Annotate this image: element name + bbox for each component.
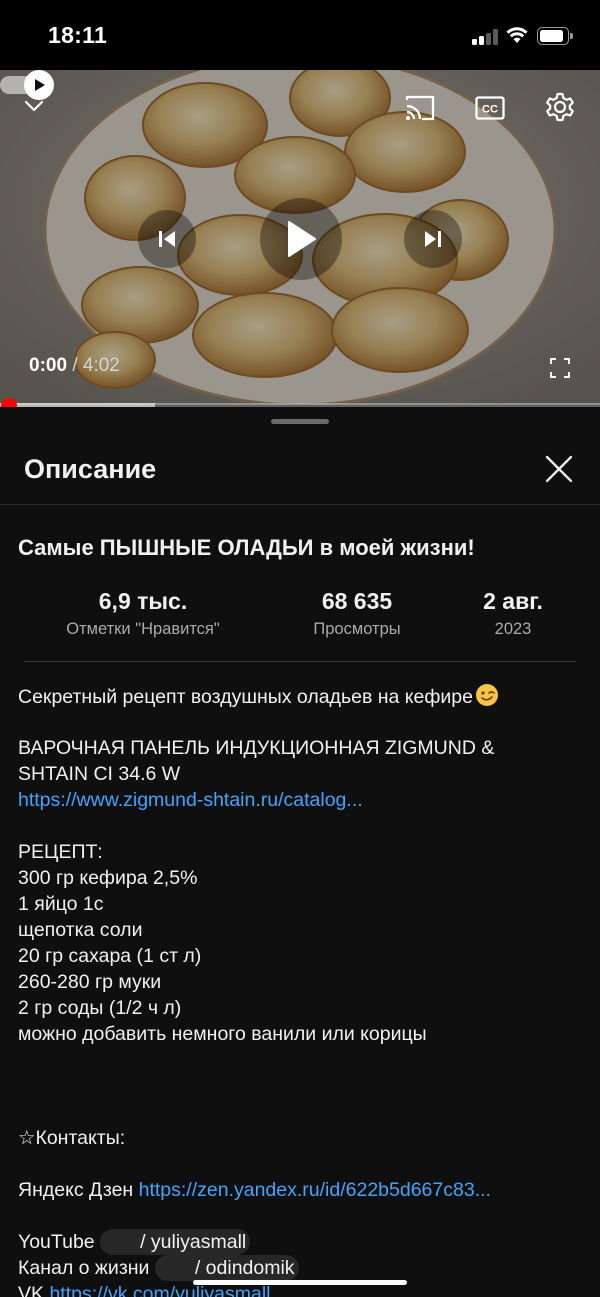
svg-text:CC: CC xyxy=(482,104,498,116)
description-intro: Секретный рецепт воздушных оладьев на ке… xyxy=(18,683,588,709)
next-video-button[interactable] xyxy=(404,210,462,268)
vk-label: VK xyxy=(18,1283,45,1297)
cast-icon[interactable] xyxy=(402,90,438,126)
time-current: 0:00 xyxy=(29,355,68,376)
life-label: Канал о жизни xyxy=(18,1257,150,1279)
stat-views-value: 68 635 xyxy=(321,588,393,614)
wink-emoji-icon xyxy=(475,684,498,706)
fullscreen-icon[interactable] xyxy=(546,354,574,382)
stat-likes: 6,9 тыс. Отметки "Нравится" xyxy=(66,587,219,639)
play-small-icon xyxy=(35,79,45,91)
skip-previous-icon xyxy=(159,231,175,247)
recipe-item: 260-280 гр муки xyxy=(18,971,162,993)
stats-row: 6,9 тыс. Отметки "Нравится" 68 635 Просм… xyxy=(0,587,600,647)
captions-icon[interactable]: CC xyxy=(472,90,508,126)
stat-views: 68 635 Просмотры xyxy=(313,587,400,639)
skip-next-icon xyxy=(425,231,441,247)
status-time: 18:11 xyxy=(48,22,108,48)
zen-link[interactable]: https://zen.yandex.ru/id/622b5d667c83... xyxy=(139,1179,491,1201)
product-line-1: ВАРОЧНАЯ ПАНЕЛЬ ИНДУКЦИОННАЯ ZIGMUND & xyxy=(18,737,495,759)
stat-likes-label: Отметки "Нравится" xyxy=(66,620,220,638)
zen-label: Яндекс Дзен xyxy=(18,1179,134,1201)
stats-divider xyxy=(24,661,576,662)
stat-date-year: 2023 xyxy=(494,620,532,638)
youtube-channel-chip[interactable]: / yuliyasmall xyxy=(100,1229,251,1255)
time-display: 0:00 / 4:02 xyxy=(29,355,120,377)
recipe-item: 1 яйцо 1с xyxy=(18,893,104,915)
life-channel-chip[interactable]: / odindomik xyxy=(154,1255,299,1281)
close-icon[interactable] xyxy=(541,451,577,487)
product-line-2: SHTAIN CI 34.6 W xyxy=(18,763,181,785)
play-icon xyxy=(288,221,316,257)
header-divider xyxy=(0,504,600,505)
stat-date-value: 2 авг. xyxy=(483,588,543,614)
youtube-contact: YouTube / yuliyasmall xyxy=(18,1229,588,1255)
recipe-item: щепотка соли xyxy=(18,919,143,941)
life-channel-contact: Канал о жизни / odindomik xyxy=(18,1255,588,1281)
zen-contact: Яндекс Дзен https://zen.yandex.ru/id/622… xyxy=(18,1177,588,1203)
time-separator: / xyxy=(72,355,78,376)
vk-link[interactable]: https://vk.com/yuliyasmall xyxy=(49,1283,270,1297)
product-link[interactable]: https://www.zigmund-shtain.ru/catalog... xyxy=(18,787,588,813)
previous-video-button[interactable] xyxy=(138,210,196,268)
play-button[interactable] xyxy=(260,198,342,280)
wifi-icon xyxy=(506,27,528,43)
recipe-item: 20 гр сахара (1 ст л) xyxy=(18,945,202,967)
recipe-heading: РЕЦЕПТ: xyxy=(18,841,103,863)
settings-gear-icon[interactable] xyxy=(541,88,579,126)
description-panel: Описание Самые ПЫШНЫЕ ОЛАДЬИ в моей жизн… xyxy=(0,407,600,1297)
time-total: 4:02 xyxy=(82,355,120,376)
description-text: Секретный рецепт воздушных оладьев на ке… xyxy=(18,683,588,1297)
video-player[interactable]: CC 0:00 / 4:02 xyxy=(0,70,600,405)
video-title: Самые ПЫШНЫЕ ОЛАДЬИ в моей жизни! xyxy=(18,535,475,560)
recipe-item: можно добавить немного ванили или корицы xyxy=(18,1023,427,1045)
contacts-heading: ☆Контакты: xyxy=(18,1127,126,1149)
panel-title: Описание xyxy=(24,454,157,484)
stat-likes-value: 6,9 тыс. xyxy=(98,588,188,614)
stat-views-label: Просмотры xyxy=(313,620,401,638)
drag-handle[interactable] xyxy=(271,419,329,424)
status-bar: 18:11 xyxy=(0,0,600,70)
stat-date: 2 авг. 2023 xyxy=(483,587,543,639)
recipe-item: 2 гр соды (1/2 ч л) xyxy=(18,997,182,1019)
youtube-label: YouTube xyxy=(18,1231,95,1253)
home-indicator[interactable] xyxy=(193,1280,407,1285)
recipe-item: 300 гр кефира 2,5% xyxy=(18,867,198,889)
cellular-signal-icon xyxy=(472,29,498,45)
battery-icon xyxy=(537,27,573,45)
